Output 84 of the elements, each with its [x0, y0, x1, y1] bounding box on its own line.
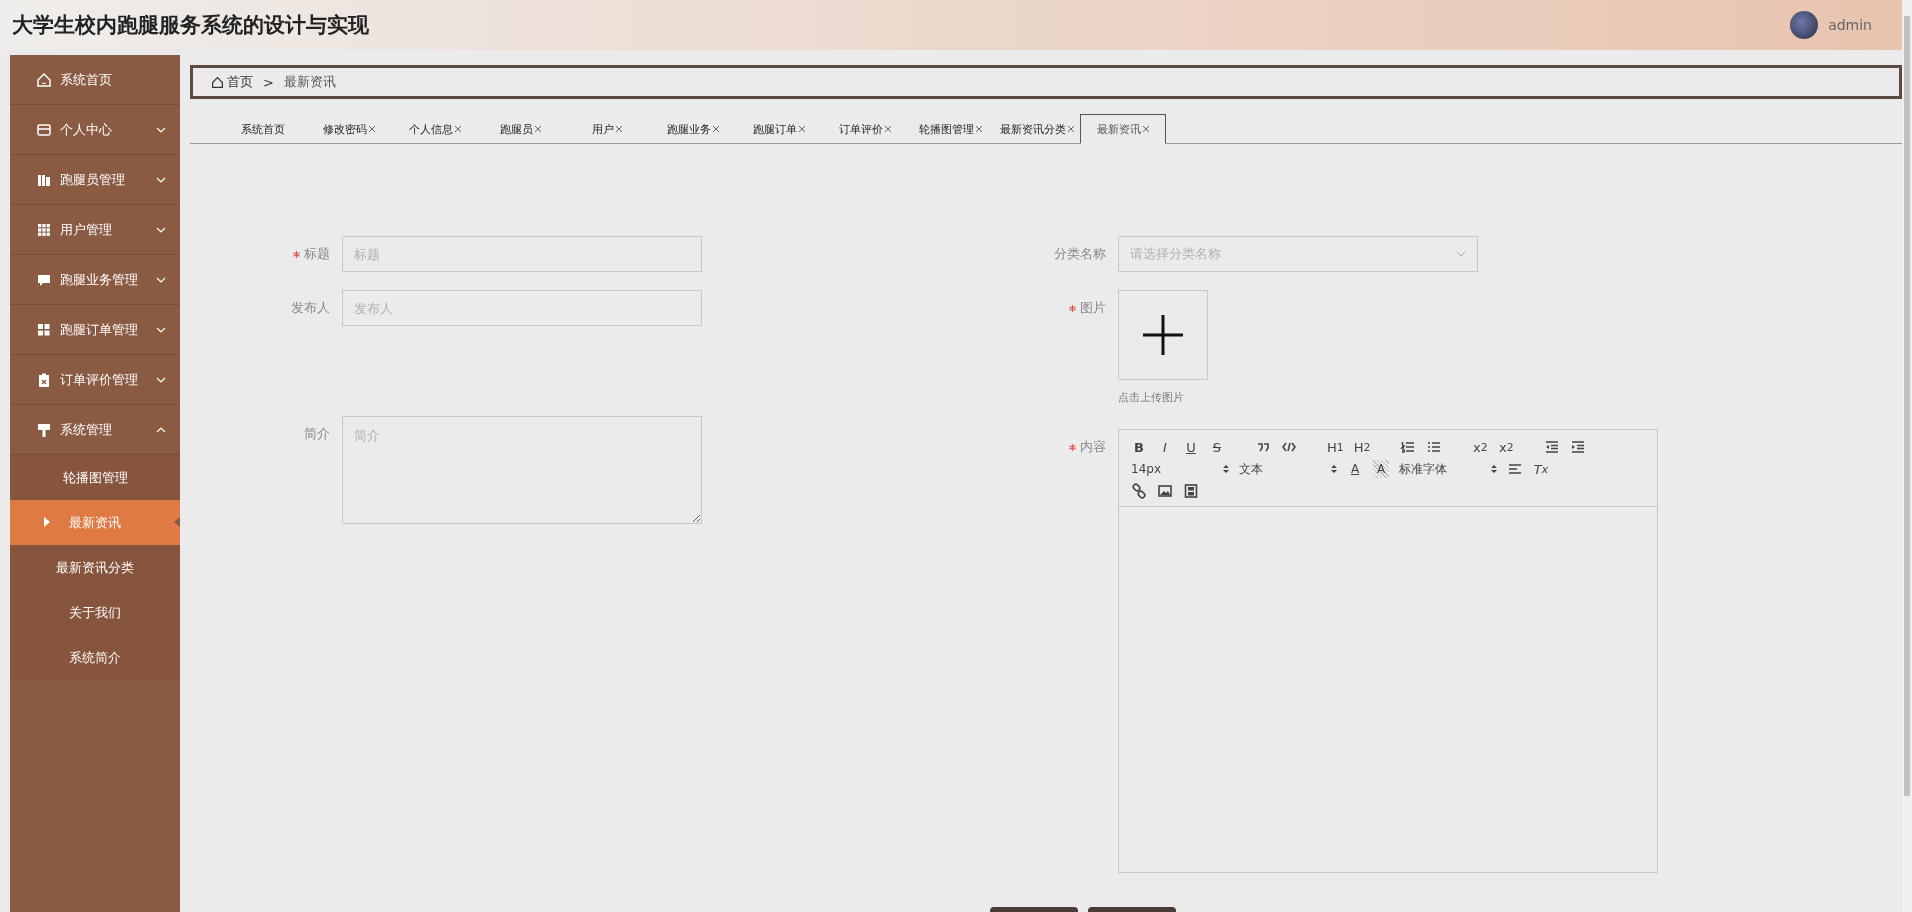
caret-icon: [44, 517, 50, 527]
ordered-list-icon: [1400, 439, 1417, 455]
tab[interactable]: 系统首页: [220, 115, 306, 143]
film-icon: [1183, 483, 1199, 499]
toolbar-button[interactable]: [1544, 438, 1561, 456]
close-icon[interactable]: [1141, 125, 1150, 133]
tab[interactable]: 最新资讯分类: [994, 115, 1080, 143]
toolbar-select[interactable]: 文本: [1239, 460, 1337, 478]
tab[interactable]: 跑腿员: [478, 115, 564, 143]
updown-icon: [1331, 464, 1337, 474]
tab[interactable]: 修改密码: [306, 115, 392, 143]
align-left-icon: [1507, 461, 1523, 477]
link-icon: [1131, 483, 1147, 499]
field-label: 分类名称: [1054, 245, 1106, 263]
user-name[interactable]: admin: [1828, 17, 1872, 33]
home-icon: [211, 75, 224, 89]
sidebar-item[interactable]: 个人中心: [10, 105, 180, 155]
toolbar-button[interactable]: [1570, 438, 1587, 456]
card-icon: [36, 121, 52, 138]
field-label: 发布人: [291, 299, 330, 317]
home-icon: [36, 71, 52, 88]
strikethrough-button[interactable]: S: [1209, 438, 1225, 456]
submenu-item[interactable]: 轮播图管理: [10, 455, 180, 500]
indent-icon: [1570, 439, 1587, 455]
outdent-icon: [1544, 439, 1561, 455]
sidebar-item[interactable]: 用户管理: [10, 205, 180, 255]
submenu-item[interactable]: 最新资讯分类: [10, 545, 180, 590]
toolbar-button[interactable]: [1183, 482, 1199, 500]
close-icon[interactable]: [975, 125, 983, 133]
sidebar-item[interactable]: 系统首页: [10, 55, 180, 105]
breadcrumb-current: 最新资讯: [283, 73, 336, 91]
upload-hint: 点击上传图片: [1118, 390, 1185, 405]
close-icon[interactable]: [711, 125, 720, 133]
close-icon[interactable]: [534, 125, 542, 133]
font-color-button[interactable]: A: [1347, 460, 1363, 478]
sidebar-item[interactable]: 跑腿订单管理: [10, 305, 180, 355]
close-icon[interactable]: [1066, 125, 1075, 133]
sidebar-item[interactable]: 订单评价管理: [10, 355, 180, 405]
toolbar-button[interactable]: [1157, 482, 1173, 500]
tab[interactable]: 跑腿订单: [736, 115, 822, 143]
publisher-field[interactable]: 发布人: [342, 290, 702, 326]
grid-icon: [36, 321, 52, 338]
close-icon[interactable]: [453, 125, 462, 133]
grid-icon: [36, 221, 52, 238]
sidebar-item[interactable]: 跑腿业务管理: [10, 255, 180, 305]
close-icon[interactable]: [797, 125, 806, 133]
sidebar-item[interactable]: 跑腿员管理: [10, 155, 180, 205]
close-icon[interactable]: [367, 125, 376, 133]
bold-button[interactable]: B: [1131, 438, 1147, 456]
italic-button[interactable]: I: [1157, 438, 1173, 456]
tab[interactable]: 用户: [564, 115, 650, 143]
tab[interactable]: 订单评价: [822, 115, 908, 143]
close-icon[interactable]: [614, 125, 623, 133]
upload-button[interactable]: [1118, 290, 1208, 380]
brush-icon: [36, 421, 52, 438]
tab[interactable]: 跑腿业务: [650, 115, 736, 143]
field-label: 内容: [1080, 438, 1106, 456]
updown-icon: [1491, 464, 1497, 474]
field-label: 图片: [1080, 299, 1106, 317]
tab[interactable]: 个人信息: [392, 115, 478, 143]
image-icon: [1157, 483, 1173, 499]
plus-icon: [1141, 313, 1185, 357]
underline-button[interactable]: U: [1183, 438, 1199, 456]
toolbar-select[interactable]: 标准字体: [1399, 460, 1497, 478]
tab[interactable]: 最新资讯: [1080, 114, 1166, 144]
clipboard-icon: [36, 371, 52, 388]
tab[interactable]: 轮播图管理: [908, 115, 994, 143]
field-label: 标题: [304, 245, 330, 263]
breadcrumb-link[interactable]: 首页: [211, 73, 253, 91]
chevron-icon: [1456, 251, 1466, 257]
field-label: 简介: [304, 425, 330, 443]
bullet-list-icon: [1426, 439, 1443, 455]
submenu-item[interactable]: 关于我们: [10, 590, 180, 635]
toolbar-button[interactable]: [1131, 482, 1147, 500]
avatar[interactable]: [1790, 11, 1819, 39]
caret-icon: [174, 517, 180, 527]
scrollbar[interactable]: [1902, 0, 1912, 912]
breadcrumb-separator: >: [263, 74, 274, 90]
app-title: 大学生校内跑腿服务系统的设计与实现: [12, 12, 369, 39]
updown-icon: [1223, 464, 1229, 474]
background-color-button[interactable]: A: [1373, 460, 1389, 478]
toolbar-select[interactable]: 14px: [1131, 460, 1229, 478]
submenu-item[interactable]: 系统简介: [10, 635, 180, 680]
close-icon[interactable]: [883, 125, 892, 133]
